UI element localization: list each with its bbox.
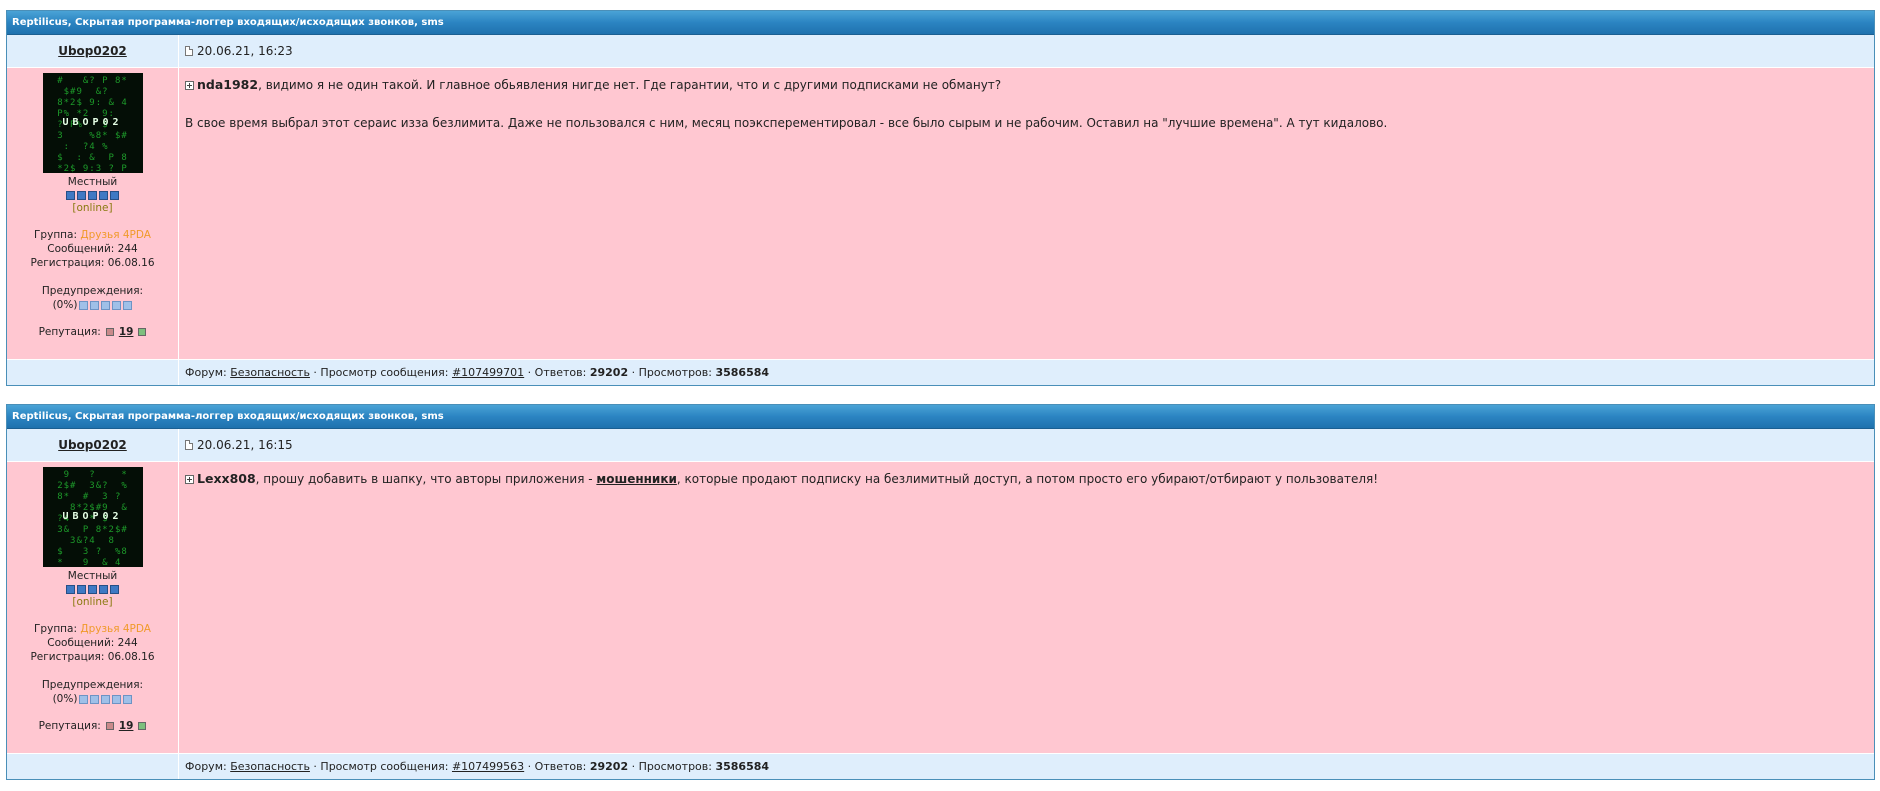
post-1: Reptilicus, Скрытая программа-логгер вхо… [6, 10, 1875, 386]
quoted-user[interactable]: Lexx808 [197, 471, 256, 486]
views-count: 3586584 [715, 366, 769, 379]
emphasized-word: мошенники [596, 472, 676, 486]
group-line: Группа: Друзья 4PDA [7, 622, 178, 636]
reputation: Репутация: 19 [7, 326, 178, 338]
post-header: Ubop0202 20.06.21, 16:23 [7, 35, 1874, 68]
reputation-minus-icon[interactable] [106, 328, 114, 336]
reputation-value[interactable]: 19 [119, 720, 134, 732]
user-rank: Местный [7, 570, 178, 582]
forum-link[interactable]: Безопасность [230, 760, 310, 773]
messages-count: Сообщений: 244 [7, 242, 178, 256]
author-link[interactable]: Ubop0202 [58, 438, 127, 452]
avatar-nick: UBOP02 [43, 117, 143, 128]
post-date: 20.06.21, 16:15 [197, 438, 293, 452]
avatar[interactable]: 9 ? * 2$# 3&? % 8* # 3 ? 8*2$#9 & ?4 * $… [43, 467, 143, 567]
post-content: Lexx808, прошу добавить в шапку, что авт… [179, 462, 1874, 753]
post-body: 9 ? * 2$# 3&? % 8* # 3 ? 8*2$#9 & ?4 * $… [7, 462, 1874, 754]
warnings-label: Предупреждения: [7, 678, 178, 692]
warnings-label: Предупреждения: [7, 284, 178, 298]
reputation-label: Репутация: [39, 326, 101, 338]
replies-count: 29202 [590, 366, 628, 379]
insert-nick-icon[interactable] [185, 81, 194, 90]
reputation-plus-icon[interactable] [138, 328, 146, 336]
post-footer: Форум: Безопасность · Просмотр сообщения… [7, 360, 1874, 385]
messages-count: Сообщений: 244 [7, 636, 178, 650]
topic-title[interactable]: Reptilicus, Скрытая программа-логгер вхо… [7, 11, 1874, 35]
user-info: # &? P 8* $#9 &? 8*2$ 9: & 4 P% *2 9: ? … [7, 68, 179, 359]
rank-pips [7, 585, 178, 594]
post-footer: Форум: Безопасность · Просмотр сообщения… [7, 754, 1874, 779]
group-value: Друзья 4PDA [80, 623, 151, 635]
reputation-minus-icon[interactable] [106, 722, 114, 730]
reputation-plus-icon[interactable] [138, 722, 146, 730]
reputation: Репутация: 19 [7, 720, 178, 732]
avatar-nick: UBOP02 [43, 511, 143, 522]
quoted-user[interactable]: nda1982 [197, 77, 258, 92]
warnings-value[interactable]: (0%) [53, 299, 78, 311]
reputation-label: Репутация: [39, 720, 101, 732]
rank-pips [7, 191, 178, 200]
reputation-value[interactable]: 19 [119, 326, 134, 338]
topic-title[interactable]: Reptilicus, Скрытая программа-логгер вхо… [7, 405, 1874, 429]
warning-pips [79, 695, 132, 704]
online-status: [online] [7, 596, 178, 608]
online-status: [online] [7, 202, 178, 214]
view-post-link[interactable]: #107499701 [452, 366, 524, 379]
registration-date: Регистрация: 06.08.16 [7, 650, 178, 664]
group-line: Группа: Друзья 4PDA [7, 228, 178, 242]
post-content: nda1982, видимо я не один такой. И главн… [179, 68, 1874, 359]
post-body: # &? P 8* $#9 &? 8*2$ 9: & 4 P% *2 9: ? … [7, 68, 1874, 360]
insert-nick-icon[interactable] [185, 475, 194, 484]
warnings-line: (0%) [7, 692, 178, 706]
post-header: Ubop0202 20.06.21, 16:15 [7, 429, 1874, 462]
document-icon[interactable] [185, 46, 193, 56]
warning-pips [79, 301, 132, 310]
warnings-value[interactable]: (0%) [53, 693, 78, 705]
forum-link[interactable]: Безопасность [230, 366, 310, 379]
post-2: Reptilicus, Скрытая программа-логгер вхо… [6, 404, 1875, 780]
post-paragraph-2: В свое время выбрал этот сераис изза без… [185, 116, 1868, 131]
avatar[interactable]: # &? P 8* $#9 &? 8*2$ 9: & 4 P% *2 9: ? … [43, 73, 143, 173]
document-icon[interactable] [185, 440, 193, 450]
group-value: Друзья 4PDA [80, 229, 151, 241]
post-date: 20.06.21, 16:23 [197, 44, 293, 58]
view-post-link[interactable]: #107499563 [452, 760, 524, 773]
post-paragraph-1: nda1982, видимо я не один такой. И главн… [185, 77, 1868, 93]
replies-count: 29202 [590, 760, 628, 773]
registration-date: Регистрация: 06.08.16 [7, 256, 178, 270]
post-paragraph-1: Lexx808, прошу добавить в шапку, что авт… [185, 471, 1868, 487]
author-link[interactable]: Ubop0202 [58, 44, 127, 58]
user-rank: Местный [7, 176, 178, 188]
views-count: 3586584 [715, 760, 769, 773]
warnings-line: (0%) [7, 298, 178, 312]
user-info: 9 ? * 2$# 3&? % 8* # 3 ? 8*2$#9 & ?4 * $… [7, 462, 179, 753]
